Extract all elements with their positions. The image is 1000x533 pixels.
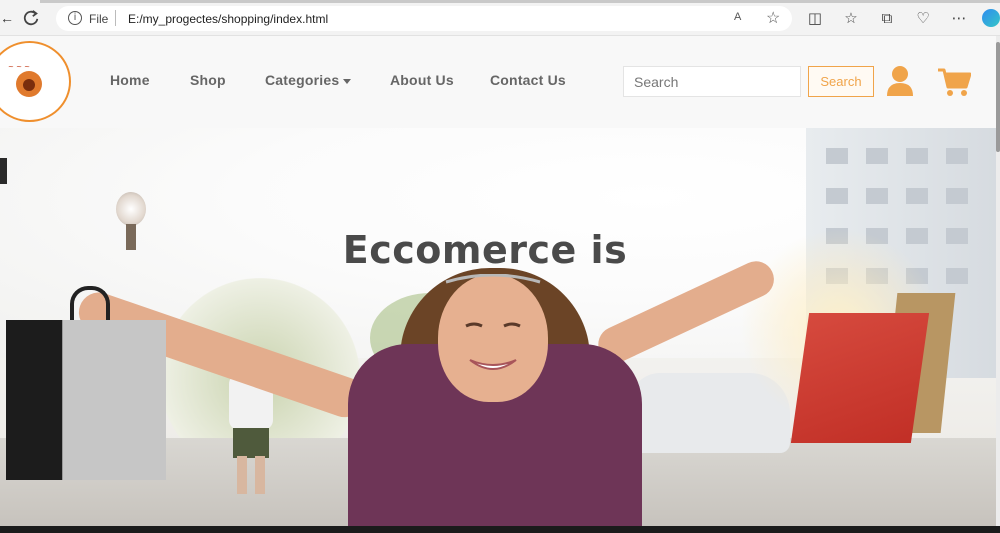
site-navbar: ~ ~ ~ Home Shop Categories About Us Cont… (0, 36, 996, 128)
hero-bag-handle (70, 286, 110, 322)
nav-home[interactable]: Home (110, 72, 150, 88)
taskbar-edge (0, 526, 1000, 533)
favorites-icon[interactable]: ☆ (842, 9, 860, 27)
hero-slide-marker (0, 158, 7, 184)
hero-bag-red (790, 313, 930, 443)
nav-shop[interactable]: Shop (190, 72, 226, 88)
chevron-down-icon (343, 78, 352, 84)
reload-icon[interactable] (22, 9, 40, 27)
cart-icon[interactable] (937, 67, 971, 97)
address-bar[interactable]: i File E:/my_progectes/shopping/index.ht… (56, 6, 792, 31)
file-label: File (89, 12, 109, 26)
user-icon[interactable] (886, 65, 914, 97)
hero-headline: Eccomerce is (342, 228, 628, 272)
split-screen-icon[interactable]: ◫ (806, 9, 824, 27)
hero-banner: Eccomerce is (0, 128, 996, 526)
more-icon[interactable]: ⋯ (950, 9, 968, 27)
nav-contact-us[interactable]: Contact Us (490, 72, 566, 88)
nav-categories[interactable]: Categories (265, 72, 352, 88)
nav-categories-label: Categories (265, 72, 340, 88)
read-aloud-icon[interactable]: A (734, 11, 741, 23)
scrollbar-thumb[interactable] (996, 42, 1000, 152)
hero-woman-face (438, 273, 548, 402)
collections-icon[interactable]: ⧉ (878, 9, 896, 27)
nav-about-us[interactable]: About Us (390, 72, 454, 88)
logo[interactable]: ~ ~ ~ (0, 41, 71, 122)
back-icon[interactable]: ← (0, 10, 14, 26)
browser-toolbar: ← i File E:/my_progectes/shopping/index.… (0, 0, 1000, 36)
hero-woman-features (445, 273, 541, 370)
info-icon[interactable]: i (68, 11, 82, 25)
copilot-icon[interactable] (982, 9, 1000, 27)
hero-bag-white (62, 320, 166, 480)
url-text[interactable]: E:/my_progectes/shopping/index.html (128, 12, 328, 26)
search-button[interactable]: Search (808, 66, 874, 97)
page-scrollbar[interactable] (996, 36, 1000, 526)
tab-strip-edge (40, 0, 1000, 3)
hero-lamp (116, 192, 146, 226)
logo-mark-inner (23, 79, 35, 91)
favorite-star-icon[interactable]: ☆ (766, 8, 780, 28)
address-divider (115, 10, 116, 26)
logo-script: ~ ~ ~ (8, 63, 31, 71)
search-input[interactable] (623, 66, 801, 97)
extensions-icon[interactable]: ♡ (914, 9, 932, 27)
